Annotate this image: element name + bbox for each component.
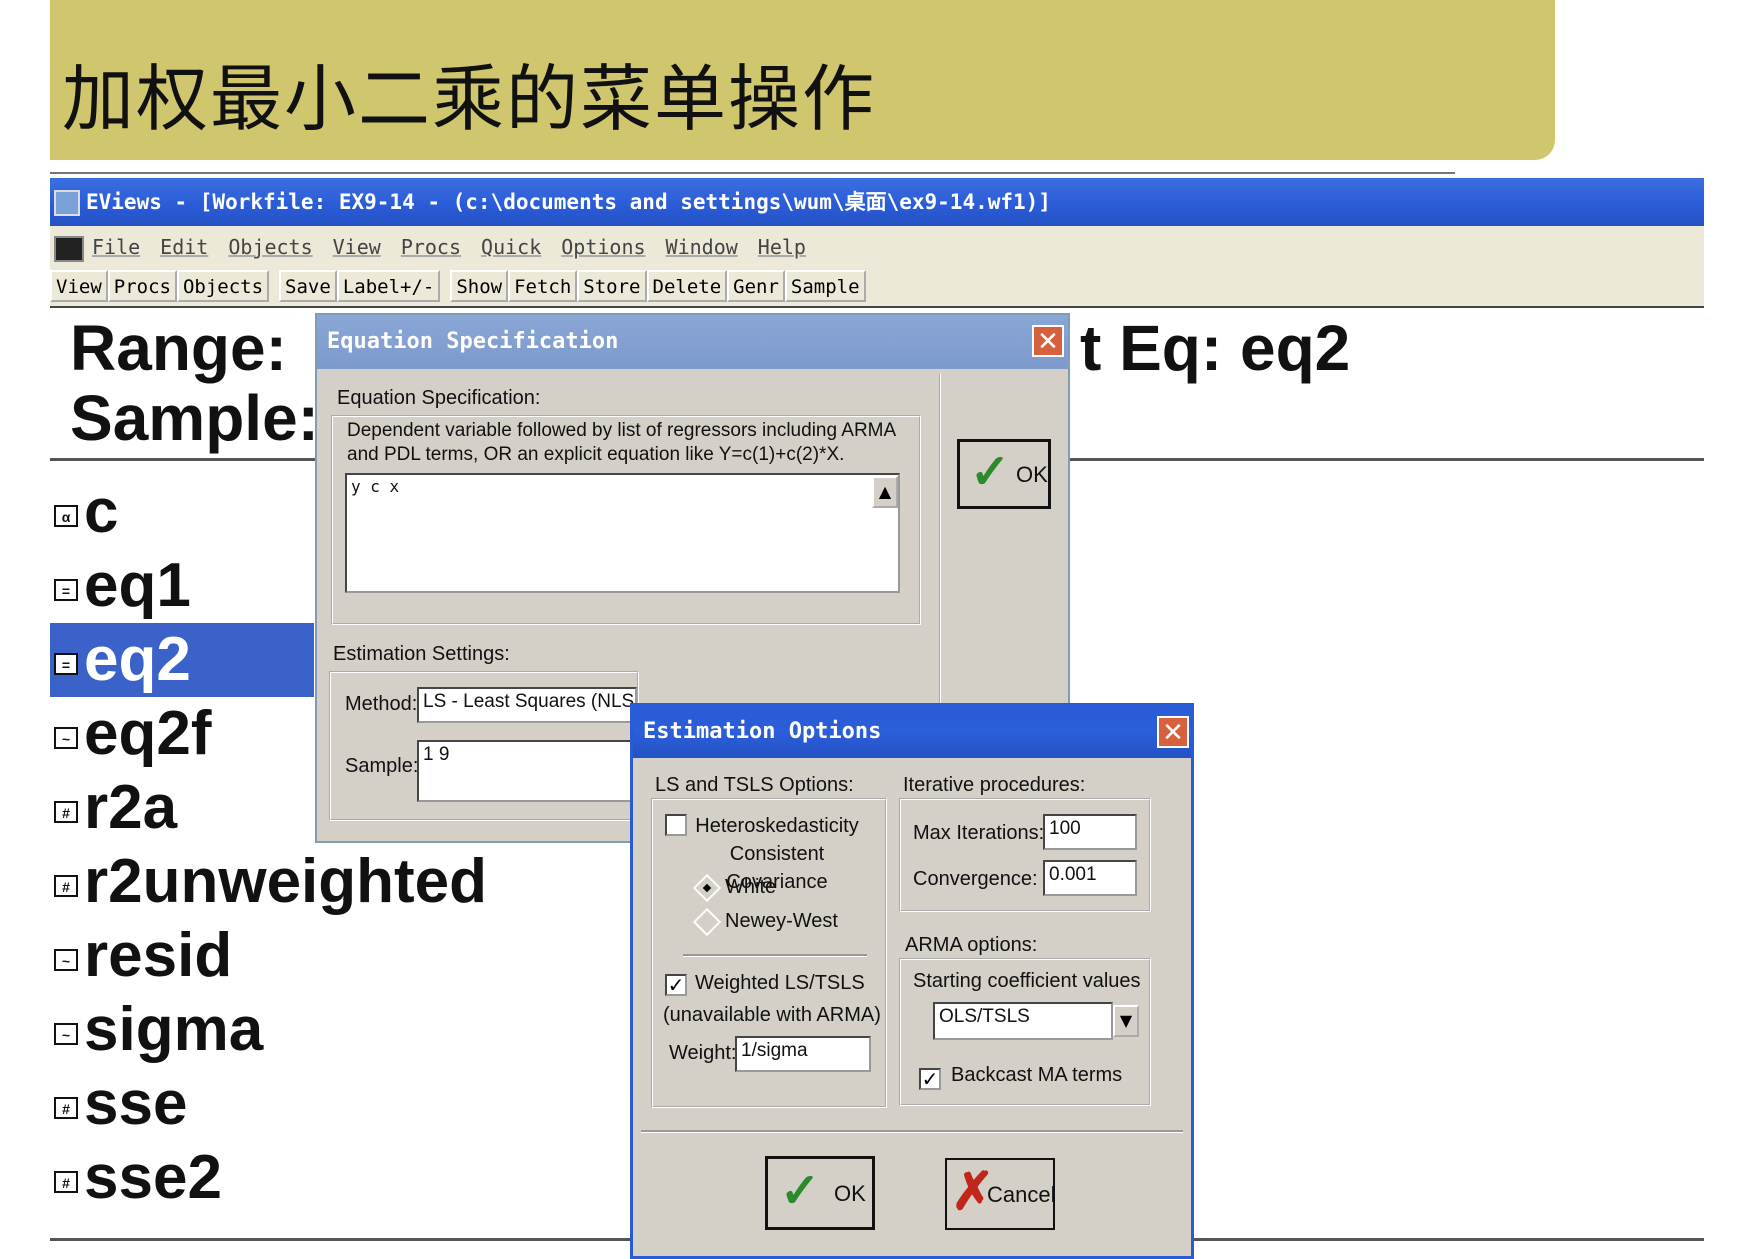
menu-edit[interactable]: Edit [160, 235, 208, 259]
range-label: Range: [70, 312, 287, 384]
scalar-icon: # [54, 800, 78, 823]
eviews-app-icon [54, 190, 80, 216]
menu-view[interactable]: View [333, 235, 381, 259]
estimation-options-dialog: Estimation Options ✕ LS and TSLS Options… [630, 703, 1194, 1259]
newey-west-label: Newey-West [725, 910, 838, 932]
workfile-item[interactable]: # r2unweighted [50, 845, 487, 919]
menu-objects[interactable]: Objects [228, 235, 312, 259]
eviews-window: EViews - [Workfile: EX9-14 - (c:\documen… [50, 178, 1704, 1259]
window-titlebar[interactable]: EViews - [Workfile: EX9-14 - (c:\documen… [50, 178, 1704, 226]
series-icon: ~ [54, 1022, 78, 1045]
workfile-item[interactable]: ~ sigma [50, 993, 314, 1067]
est-footer-divider [641, 1130, 1183, 1133]
sample-label: Sample: [70, 382, 319, 454]
workfile-toolbar: View Procs Objects Save Label+/- Show Fetch Sto… [50, 268, 1704, 308]
checkmark-icon: ✓ [970, 446, 1011, 499]
cancel-button[interactable]: ✗ Cancel [945, 1158, 1055, 1230]
max-iter-input[interactable]: 100 [1043, 814, 1137, 850]
sample-button[interactable]: Sample [784, 270, 866, 302]
workfile-menu-icon[interactable] [54, 235, 84, 262]
menu-quick[interactable]: Quick [481, 235, 541, 259]
eq-dialog-title[interactable]: Equation Specification [317, 315, 1068, 369]
eq-dialog-close-icon[interactable]: ✕ [1032, 325, 1064, 357]
menu-options[interactable]: Options [561, 235, 645, 259]
settings-label: Estimation Settings: [333, 643, 510, 665]
est-dialog-close-icon[interactable]: ✕ [1157, 716, 1189, 748]
equation-icon: = [54, 578, 78, 601]
weighted-checkbox[interactable]: ✓ [665, 974, 687, 996]
backcast-label: Backcast MA terms [951, 1064, 1123, 1086]
menu-file[interactable]: File [92, 235, 140, 259]
workfile-item[interactable]: ~ eq2f [50, 697, 314, 771]
sample-field[interactable]: 1 9 [417, 740, 637, 802]
workfile-item[interactable]: # r2a [50, 771, 314, 845]
convergence-input[interactable]: 0.001 [1043, 860, 1137, 896]
series-icon: ~ [54, 726, 78, 749]
equation-textarea[interactable]: y c x [345, 473, 900, 593]
show-button[interactable]: Show [450, 270, 509, 302]
ls-divider [683, 954, 867, 957]
weight-label: Weight: [669, 1042, 737, 1064]
label-button[interactable]: Label+/- [336, 270, 441, 302]
workfile-item[interactable]: # sse [50, 1067, 314, 1141]
est-dialog-title[interactable]: Estimation Options [633, 706, 1191, 758]
alpha-icon: α [54, 504, 78, 527]
scalar-icon: # [54, 1170, 78, 1193]
fetch-button[interactable]: Fetch [508, 270, 578, 302]
eq-ok-button[interactable]: ✓ OK [957, 439, 1051, 509]
workfile-item[interactable]: = eq1 [50, 549, 314, 623]
window-title: EViews - [Workfile: EX9-14 - (c:\documen… [86, 190, 1051, 214]
view-button[interactable]: View [50, 270, 108, 302]
scalar-icon: # [54, 1096, 78, 1119]
genr-button[interactable]: Genr [727, 270, 785, 302]
series-icon: ~ [54, 948, 78, 971]
start-coef-label: Starting coefficient values [913, 970, 1141, 992]
method-label: Method: [345, 693, 418, 715]
checkmark-icon: ✓ [780, 1165, 821, 1218]
menu-procs[interactable]: Procs [401, 235, 461, 259]
slide-title: 加权最小二乘的菜单操作 [62, 57, 877, 141]
workfile-item[interactable]: # sse2 [50, 1141, 314, 1215]
sample-field-label: Sample: [345, 755, 419, 777]
equation-icon: = [54, 652, 78, 675]
scalar-icon: # [54, 874, 78, 897]
weighted-label: Weighted LS/TSLS [695, 972, 865, 994]
weight-input[interactable]: 1/sigma [735, 1036, 871, 1072]
eq-description: Dependent variable followed by list of r… [347, 420, 896, 465]
delete-button[interactable]: Delete [646, 270, 728, 302]
menu-help[interactable]: Help [758, 235, 806, 259]
workfile-item[interactable]: αc [50, 475, 314, 549]
save-button[interactable]: Save [279, 270, 337, 302]
workfile-item-selected[interactable]: = eq2 [50, 623, 314, 697]
slide-title-banner: 加权最小二乘的菜单操作 [50, 0, 1555, 160]
menu-window[interactable]: Window [666, 235, 738, 259]
menu-bar: File Edit Objects View Procs Quick Options Wind… [50, 226, 1704, 268]
eq-group-label: Equation Specification: [337, 387, 541, 409]
filter-label: t Eq: eq2 [1080, 312, 1351, 384]
iter-group-label: Iterative procedures: [903, 774, 1086, 796]
method-select[interactable]: LS - Least Squares (NLS [417, 687, 637, 723]
procs-button[interactable]: Procs [107, 270, 177, 302]
workfile-item[interactable]: ~ resid [50, 919, 314, 993]
max-iter-label: Max Iterations: [913, 822, 1045, 844]
scroll-up-icon[interactable]: ▲ [872, 476, 898, 508]
weighted-note: (unavailable with ARMA) [663, 1004, 881, 1026]
white-label: White [725, 876, 777, 898]
backcast-checkbox[interactable]: ✓ [919, 1068, 941, 1090]
objects-button[interactable]: Objects [176, 270, 270, 302]
convergence-label: Convergence: [913, 868, 1038, 890]
ls-group-label: LS and TSLS Options: [655, 774, 854, 796]
store-button[interactable]: Store [577, 270, 647, 302]
arma-group-label: ARMA options: [905, 934, 1038, 956]
slide-divider [50, 172, 1455, 174]
est-ok-button[interactable]: ✓ OK [765, 1156, 875, 1230]
start-coef-select[interactable]: OLS/TSLS [933, 1002, 1113, 1040]
chevron-down-icon[interactable]: ▼ [1113, 1005, 1139, 1037]
